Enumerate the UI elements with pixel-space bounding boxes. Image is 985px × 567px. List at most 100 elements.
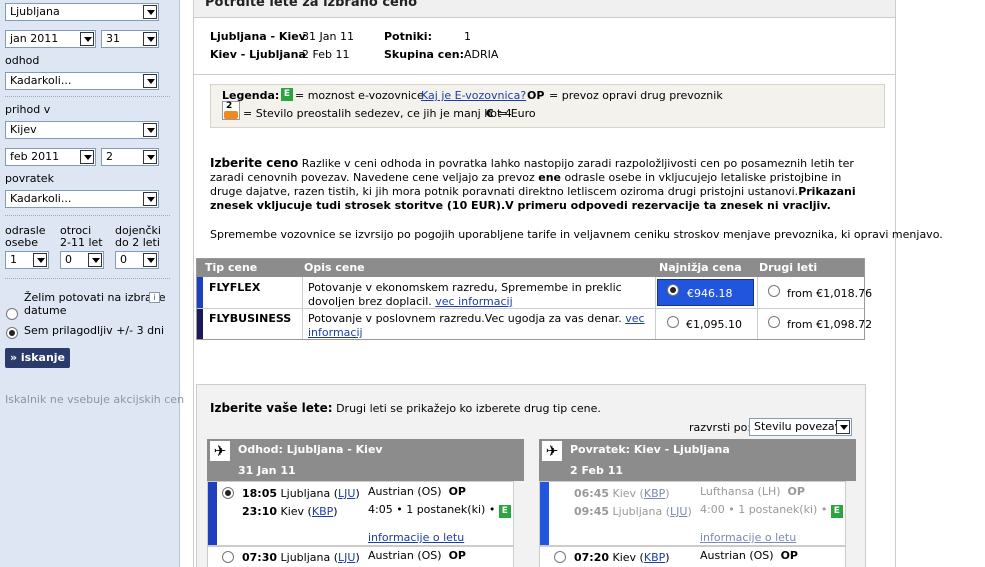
airport-link[interactable]: KBP xyxy=(312,505,333,518)
children-value: 0 xyxy=(65,253,72,266)
flight-radio[interactable] xyxy=(222,551,234,563)
flight-accent xyxy=(208,482,217,545)
chevron-down-icon xyxy=(836,420,850,434)
airline-line: Austrian (OS) OP xyxy=(368,549,466,562)
fare-col-divider xyxy=(655,309,656,339)
airport-link[interactable]: LJU xyxy=(338,551,355,564)
lowest-price-radio[interactable] xyxy=(667,284,679,296)
origin-select[interactable]: Ljubljana xyxy=(5,3,159,21)
stops-line: 4:00 • 1 postanek(ki) • E xyxy=(700,503,843,518)
search-note: Iskalnik ne vsebuje akcijskih cen xyxy=(5,393,185,406)
flight-radio[interactable] xyxy=(554,551,566,563)
divider xyxy=(5,215,170,216)
exact-dates-label: Želim potovati na izbrane datume xyxy=(24,291,166,317)
flexible-dates-label: Sem prilagodljiv +/- 3 dni xyxy=(24,324,165,337)
chevron-down-icon xyxy=(33,253,47,267)
chevron-down-icon xyxy=(143,5,157,19)
euro-legend-label: € xyxy=(486,107,494,120)
odhod-label: odhod xyxy=(5,54,40,67)
flight-radio[interactable] xyxy=(222,487,234,499)
op-badge: OP xyxy=(780,549,798,562)
price-info-bold: ene xyxy=(538,171,562,184)
seats-legend-text: = Stevilo preostalih sedezev, ce jih je … xyxy=(243,107,512,120)
info-icon[interactable]: i xyxy=(149,292,160,303)
other-flights-radio[interactable] xyxy=(768,285,780,297)
departure-month-value: jan 2011 xyxy=(10,32,59,45)
col-other-flights: Drugi leti xyxy=(759,261,818,274)
more-info-link[interactable]: vec informacij xyxy=(435,295,512,308)
fare-col-divider xyxy=(302,277,303,308)
sort-select[interactable]: Stevilu povezav xyxy=(749,418,852,436)
bullet: • xyxy=(488,503,496,516)
return-time-value: Kadarkoli... xyxy=(10,192,72,205)
chevron-down-icon xyxy=(143,253,157,267)
fare-row-flybusiness[interactable]: FLYBUSINESS Potovanje v poslovnem razred… xyxy=(197,309,872,339)
exact-dates-radio[interactable] xyxy=(6,308,18,320)
lowest-price: €1,095.10 xyxy=(686,318,742,331)
flight-info-link[interactable]: informacije o letu xyxy=(700,531,796,544)
airline: Lufthansa (LH) xyxy=(700,485,781,498)
return-flight-1[interactable]: 06:45 Kiev (KBP) 09:45 Ljubljana (LJU) L… xyxy=(539,481,846,546)
destination-select[interactable]: Kijev xyxy=(5,121,159,139)
search-sidebar: Ljubljana jan 2011 31 odhod Kadarkoli...… xyxy=(0,0,184,567)
bullet: • xyxy=(820,503,828,516)
children-select[interactable]: 0 xyxy=(60,251,104,269)
dep-city: Kiev ( xyxy=(612,551,644,564)
infants-select[interactable]: 0 xyxy=(115,251,159,269)
chevron-down-icon xyxy=(143,74,157,88)
arr-time: 09:45 xyxy=(574,505,610,518)
dep-line: 07:20 Kiev (KBP) xyxy=(574,551,670,564)
outbound-flight-selected[interactable]: 18:05 Ljubljana (LJU) 23:10 Kiev (KBP) A… xyxy=(207,481,514,546)
duration: 4:05 xyxy=(368,503,393,516)
chevron-down-icon xyxy=(143,192,157,206)
dep-line: 07:30 Ljubljana (LJU) xyxy=(242,551,360,564)
chevron-down-icon xyxy=(143,32,157,46)
airport-link[interactable]: LJU xyxy=(670,505,687,518)
arr-line: 09:45 Ljubljana (LJU) xyxy=(574,505,692,518)
adults-label-line2: osebe xyxy=(5,236,38,249)
op-badge: OP xyxy=(787,485,805,498)
chevron-down-icon xyxy=(143,123,157,137)
departure-day-select[interactable]: 31 xyxy=(101,30,159,48)
fare-col-divider xyxy=(757,309,758,339)
airport-link[interactable]: LJU xyxy=(338,487,355,500)
destination-label: prihod v xyxy=(5,103,51,116)
fare-row-flyflex[interactable]: FLYFLEX Potovanje v ekonomskem razredu, … xyxy=(197,277,872,309)
return-month-select[interactable]: feb 2011 xyxy=(5,148,96,166)
paren-close: ) xyxy=(333,505,338,518)
e-ticket-info-link[interactable]: Kaj je E-vozovnica? xyxy=(421,89,526,102)
lowest-price-radio[interactable] xyxy=(667,316,679,328)
departure-month-select[interactable]: jan 2011 xyxy=(5,30,96,48)
fare-col-divider xyxy=(302,309,303,339)
paren-close: ) xyxy=(355,551,360,564)
departure-time-select[interactable]: Kadarkoli... xyxy=(5,72,159,90)
plane-icon: ✈ xyxy=(542,441,562,461)
other-flights-radio[interactable] xyxy=(768,316,780,328)
fare-table: Tip cene Opis cene Najnižja cena Drugi l… xyxy=(196,258,872,340)
paren-close: ) xyxy=(665,551,670,564)
stops-line: 4:05 • 1 postanek(ki) • E xyxy=(368,503,511,518)
fare-group-label: Skupina cen: xyxy=(384,48,465,61)
origin-value: Ljubljana xyxy=(10,5,60,18)
dep-line: 18:05 Ljubljana (LJU) xyxy=(242,487,360,500)
search-button[interactable]: » iskanje xyxy=(5,348,70,368)
stops: 1 postanek(ki) xyxy=(406,503,486,516)
flexible-dates-radio[interactable] xyxy=(6,327,18,339)
flight-info-link[interactable]: informacije o letu xyxy=(368,531,464,544)
fare-name: FLYBUSINESS xyxy=(209,312,292,325)
airport-link[interactable]: KBP xyxy=(644,487,665,500)
fare-table-header: Tip cene Opis cene Najnižja cena Drugi l… xyxy=(197,259,864,277)
adults-label: odrasle osebe xyxy=(5,225,46,249)
return-time-select[interactable]: Kadarkoli... xyxy=(5,190,159,208)
paren-close: ) xyxy=(355,487,360,500)
infants-label-line2: do 2 leti xyxy=(115,236,160,249)
fare-row-accent xyxy=(197,277,203,308)
return-month-value: feb 2011 xyxy=(10,150,60,163)
return-flight-2[interactable]: 07:20 Kiev (KBP) Austrian (OS) OP xyxy=(539,546,846,567)
adults-select[interactable]: 1 xyxy=(5,251,49,269)
route-2: Kiev - Ljubljana xyxy=(210,48,306,61)
return-day-select[interactable]: 2 xyxy=(101,148,159,166)
airport-link[interactable]: KBP xyxy=(644,551,665,564)
outbound-flight-2[interactable]: 07:30 Ljubljana (LJU) Austrian (OS) OP xyxy=(207,546,514,567)
lowest-price-cell-selected[interactable]: €946.18 xyxy=(657,279,754,306)
